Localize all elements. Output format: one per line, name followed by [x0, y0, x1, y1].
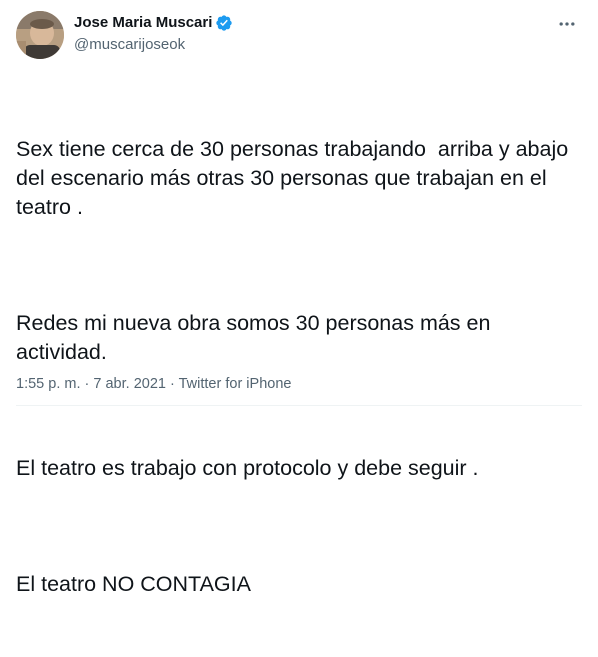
avatar[interactable] — [16, 11, 64, 59]
tweet-source[interactable]: Twitter for iPhone — [179, 376, 292, 392]
verified-badge-icon — [215, 14, 233, 32]
tweet-metadata: 1:55 p. m. · 7 abr. 2021 · Twitter for i… — [16, 374, 291, 394]
avatar-image — [16, 11, 64, 59]
tweet-header: Jose Maria Muscari @muscarijoseok — [16, 10, 582, 60]
tweet-paragraph: Sex tiene cerca de 30 personas trabajand… — [16, 137, 575, 219]
tweet-paragraph: Redes mi nueva obra somos 30 personas má… — [16, 311, 497, 364]
more-horizontal-icon — [559, 22, 575, 26]
divider — [16, 405, 582, 406]
author-handle[interactable]: @muscarijoseok — [74, 35, 233, 55]
more-options-button[interactable] — [552, 12, 582, 36]
tweet-text: Sex tiene cerca de 30 personas trabajand… — [16, 77, 582, 657]
author-names: Jose Maria Muscari @muscarijoseok — [74, 13, 233, 55]
tweet-paragraph: El teatro NO CONTAGIA — [16, 572, 251, 596]
tweet-time[interactable]: 1:55 p. m. — [16, 376, 80, 392]
tweet-date[interactable]: 7 abr. 2021 — [93, 376, 166, 392]
name-row: Jose Maria Muscari — [74, 13, 233, 33]
tweet-card: Jose Maria Muscari @muscarijoseok Sex ti… — [0, 0, 598, 596]
tweet-paragraph: El teatro es trabajo con protocolo y deb… — [16, 456, 479, 480]
author-display-name[interactable]: Jose Maria Muscari — [74, 13, 212, 33]
